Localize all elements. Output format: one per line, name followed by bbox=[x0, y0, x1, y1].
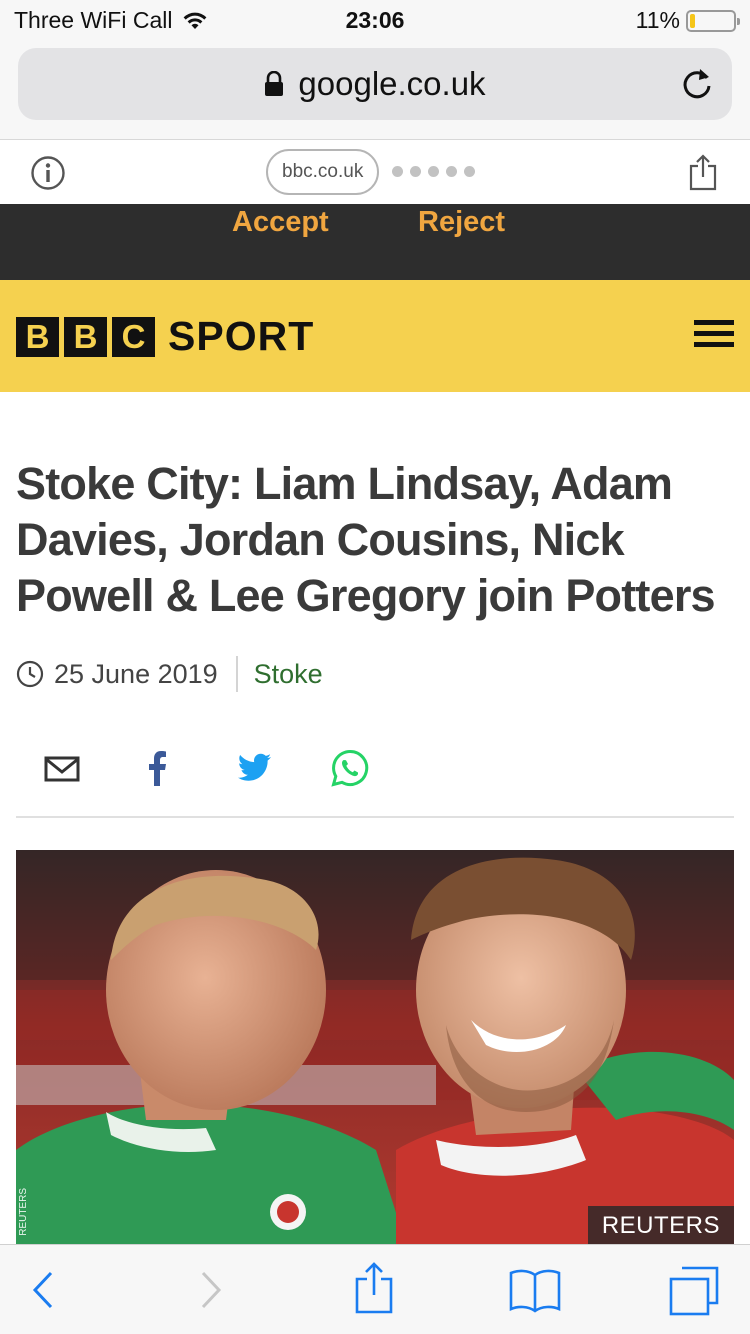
share-icon[interactable] bbox=[688, 153, 718, 191]
bbc-logo-block: C bbox=[112, 317, 155, 357]
battery-icon bbox=[686, 10, 740, 32]
page-dot bbox=[428, 166, 439, 177]
info-icon[interactable] bbox=[30, 155, 66, 191]
accept-button[interactable]: Accept bbox=[232, 206, 329, 239]
twitter-icon[interactable] bbox=[234, 748, 274, 788]
menu-icon[interactable] bbox=[694, 320, 734, 352]
article-hero-image: REUTERS REUTERS bbox=[16, 850, 734, 1244]
battery-percent: 11% bbox=[635, 7, 680, 33]
article-headline: Stoke City: Liam Lindsay, Adam Davies, J… bbox=[16, 458, 716, 621]
page-dot bbox=[464, 166, 475, 177]
image-side-credit: REUTERS bbox=[18, 1188, 29, 1236]
hero-photo bbox=[16, 850, 734, 1244]
amp-viewer-bar: bbc.co.uk bbox=[0, 141, 750, 204]
section-title[interactable]: SPORT bbox=[168, 313, 314, 360]
article-date: 25 June 2019 bbox=[54, 658, 218, 689]
tabs-icon[interactable] bbox=[668, 1265, 720, 1317]
address-content: google.co.uk bbox=[18, 48, 732, 120]
bbc-logo-block: B bbox=[64, 317, 107, 357]
facebook-icon[interactable] bbox=[138, 748, 178, 788]
page-dots bbox=[392, 166, 475, 177]
email-icon[interactable] bbox=[42, 748, 82, 788]
site-header: BBC SPORT bbox=[0, 280, 750, 392]
bbc-logo[interactable]: BBC bbox=[16, 317, 155, 357]
bbc-logo-block: B bbox=[16, 317, 59, 357]
browser-address-area: google.co.uk bbox=[0, 40, 750, 140]
page-dot bbox=[410, 166, 421, 177]
address-bar[interactable]: google.co.uk bbox=[18, 48, 732, 120]
browser-toolbar bbox=[0, 1244, 750, 1334]
amp-domain-pill[interactable]: bbc.co.uk bbox=[266, 149, 380, 195]
forward-icon[interactable] bbox=[198, 1269, 224, 1311]
clock-icon bbox=[16, 660, 44, 688]
whatsapp-icon[interactable] bbox=[330, 748, 370, 788]
url-text: google.co.uk bbox=[298, 65, 486, 102]
back-icon[interactable] bbox=[30, 1269, 56, 1311]
battery-fill bbox=[690, 14, 695, 28]
section-link[interactable]: Stoke bbox=[254, 659, 323, 690]
page-dot bbox=[392, 166, 403, 177]
bookmarks-icon[interactable] bbox=[508, 1267, 562, 1313]
meta-divider bbox=[235, 656, 238, 692]
article-meta: 25 June 2019 Stoke bbox=[16, 656, 323, 692]
cookie-banner: Accept Reject bbox=[0, 204, 750, 280]
reject-button[interactable]: Reject bbox=[418, 206, 505, 239]
amp-domain-label: bbc.co.uk bbox=[282, 161, 364, 182]
share-row bbox=[16, 740, 734, 818]
status-bar: Three WiFi Call 23:06 11% bbox=[0, 0, 750, 40]
reload-icon[interactable] bbox=[680, 66, 714, 102]
image-credit: REUTERS bbox=[587, 1206, 734, 1244]
page-dot bbox=[446, 166, 457, 177]
lock-icon bbox=[265, 71, 284, 96]
share-icon[interactable] bbox=[354, 1261, 394, 1315]
